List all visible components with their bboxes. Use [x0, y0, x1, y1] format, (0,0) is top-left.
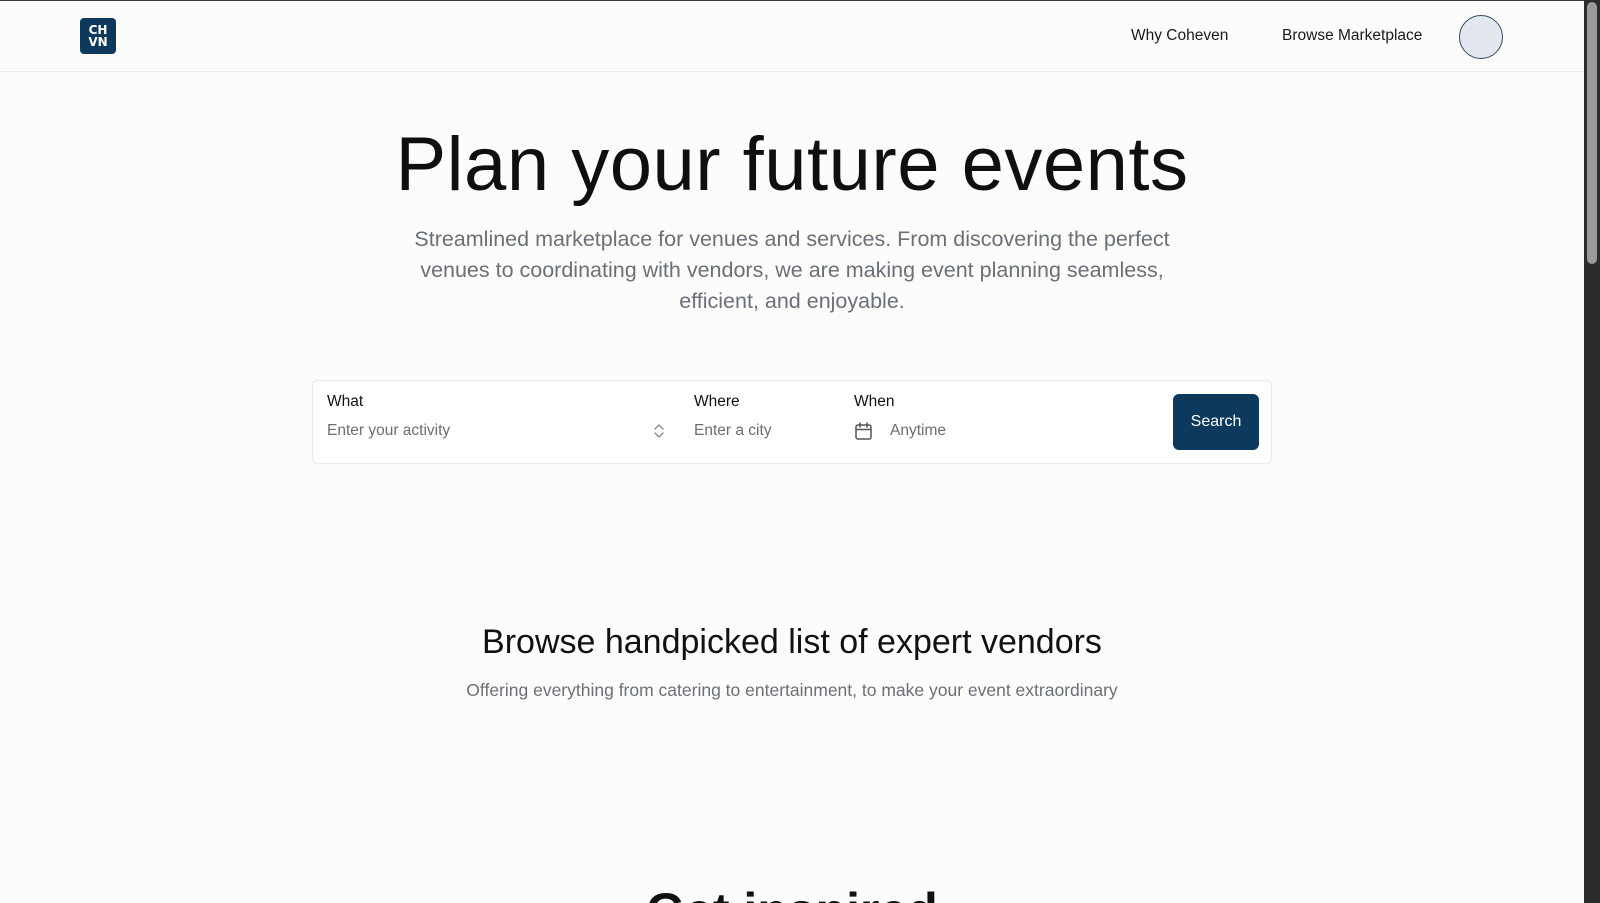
where-label: Where — [694, 393, 740, 410]
nav-link-why-coheven[interactable]: Why Coheven — [1131, 27, 1228, 45]
inspiration-section-title: Get inspired — [0, 881, 1584, 903]
top-navbar: CH VN Why Coheven Browse Marketplace — [0, 1, 1584, 72]
vendors-section-title: Browse handpicked list of expert vendors — [482, 623, 1102, 661]
what-label: What — [327, 393, 364, 410]
hero-subtitle: Streamlined marketplace for venues and s… — [414, 227, 1170, 313]
calendar-icon[interactable] — [854, 421, 873, 441]
coheven-logo[interactable]: CH VN — [80, 18, 116, 54]
nav-link-browse-marketplace[interactable]: Browse Marketplace — [1282, 27, 1422, 45]
hero-title: Plan your future events — [395, 122, 1189, 207]
search-button[interactable]: Search — [1173, 394, 1259, 450]
logo-text-bottom: VN — [88, 35, 108, 49]
activity-input[interactable] — [327, 420, 647, 442]
search-bar: What Where When Anytime Search — [312, 380, 1272, 464]
date-picker-value[interactable]: Anytime — [890, 422, 946, 440]
when-label: When — [854, 393, 895, 410]
chevron-up-down-icon[interactable] — [652, 422, 666, 440]
scrollbar-thumb[interactable] — [1587, 2, 1597, 264]
page-scrollbar[interactable] — [1584, 0, 1600, 903]
user-avatar[interactable] — [1459, 15, 1503, 59]
city-input[interactable] — [694, 420, 834, 442]
vendors-section-subtitle: Offering everything from catering to ent… — [466, 680, 1118, 700]
page: CH VN Why Coheven Browse Marketplace Pla… — [0, 0, 1584, 903]
